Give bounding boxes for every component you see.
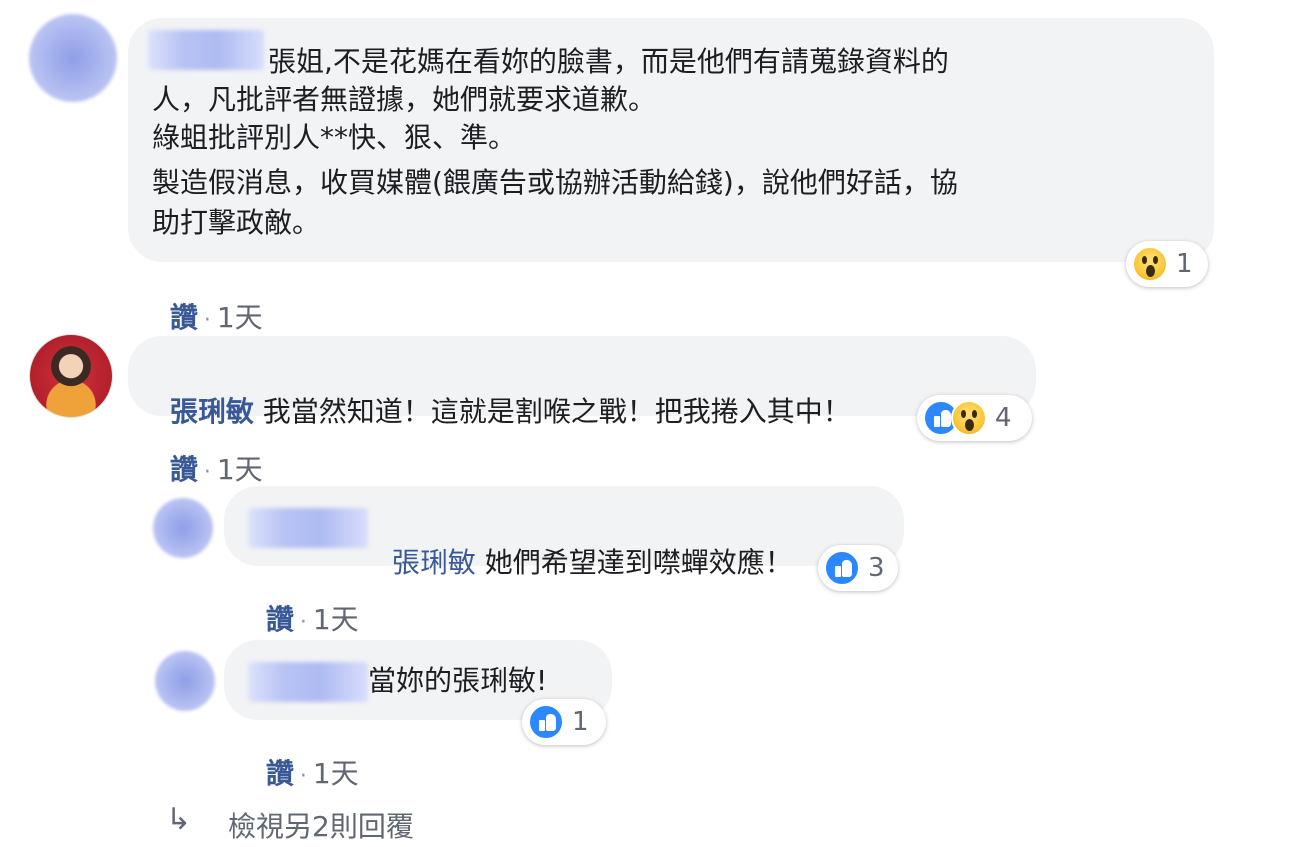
view-more-replies-link[interactable]: 檢視另2則回覆 [228, 805, 414, 845]
separator-dot: · [203, 308, 211, 333]
comment-text-line: 人，凡批評者無證據，她們就要求道歉。 [152, 83, 657, 116]
like-button[interactable]: 讚 [170, 301, 198, 334]
timestamp[interactable]: 1天 [217, 453, 263, 486]
reaction-summary[interactable]: 4 [917, 395, 1032, 441]
comment-actions: 讚 · 1天 [152, 270, 263, 337]
wow-reaction-icon [951, 400, 987, 436]
like-button[interactable]: 讚 [266, 757, 294, 790]
tagged-user[interactable]: 張琍敏 [392, 546, 476, 579]
comment-text-line: 助打擊政敵。 [152, 206, 321, 239]
reaction-count: 4 [995, 403, 1012, 433]
avatar[interactable] [29, 14, 117, 102]
reply-arrow-icon: ↳ [166, 802, 192, 837]
reply-body: 當妳的張琍敏! [368, 664, 548, 697]
reaction-summary[interactable]: 1 [1126, 241, 1208, 287]
reply-actions: 讚 · 1天 [248, 572, 359, 639]
separator-dot: · [299, 610, 307, 635]
comment-text: 張琍敏 我當然知道！這就是割喉之戰！把我捲入其中！ [152, 358, 851, 430]
avatar[interactable] [155, 651, 215, 711]
reaction-count: 1 [1176, 249, 1193, 279]
comment-text-line: 製造假消息，收買媒體(餵廣告或協辦活動給錢)，說他們好話，協 [152, 166, 958, 199]
comment-text-line: 綠蛆批評別人**快、狠、準。 [152, 121, 517, 154]
reaction-count: 3 [868, 553, 885, 583]
like-button[interactable]: 讚 [266, 603, 294, 636]
reaction-summary[interactable]: 3 [818, 545, 898, 591]
reply-text: 張琍敏 她們希望達到噤蟬效應！ [374, 509, 793, 581]
commenter-name-redacted[interactable] [148, 30, 264, 70]
like-reaction-icon [528, 704, 564, 740]
wow-reaction-icon [1132, 246, 1168, 282]
separator-dot: · [299, 764, 307, 789]
replier-name-redacted[interactable] [248, 508, 368, 548]
reaction-summary[interactable]: 1 [522, 699, 606, 745]
reply-actions: 讚 · 1天 [248, 726, 359, 793]
replier-name-redacted[interactable] [248, 662, 368, 702]
timestamp[interactable]: 1天 [217, 301, 263, 334]
comment-actions: 讚 · 1天 [152, 422, 263, 489]
avatar[interactable] [153, 498, 213, 558]
avatar[interactable] [29, 334, 113, 418]
timestamp[interactable]: 1天 [313, 603, 359, 636]
comment-body: 我當然知道！這就是割喉之戰！把我捲入其中！ [262, 395, 851, 428]
reply-body: 她們希望達到噤蟬效應！ [484, 546, 793, 579]
timestamp[interactable]: 1天 [313, 757, 359, 790]
like-button[interactable]: 讚 [170, 453, 198, 486]
reaction-count: 1 [572, 707, 589, 737]
like-reaction-icon [824, 550, 860, 586]
comment-text-line: 張姐,不是花媽在看妳的臉書，而是他們有請蒐錄資料的 [268, 45, 949, 78]
separator-dot: · [203, 460, 211, 485]
